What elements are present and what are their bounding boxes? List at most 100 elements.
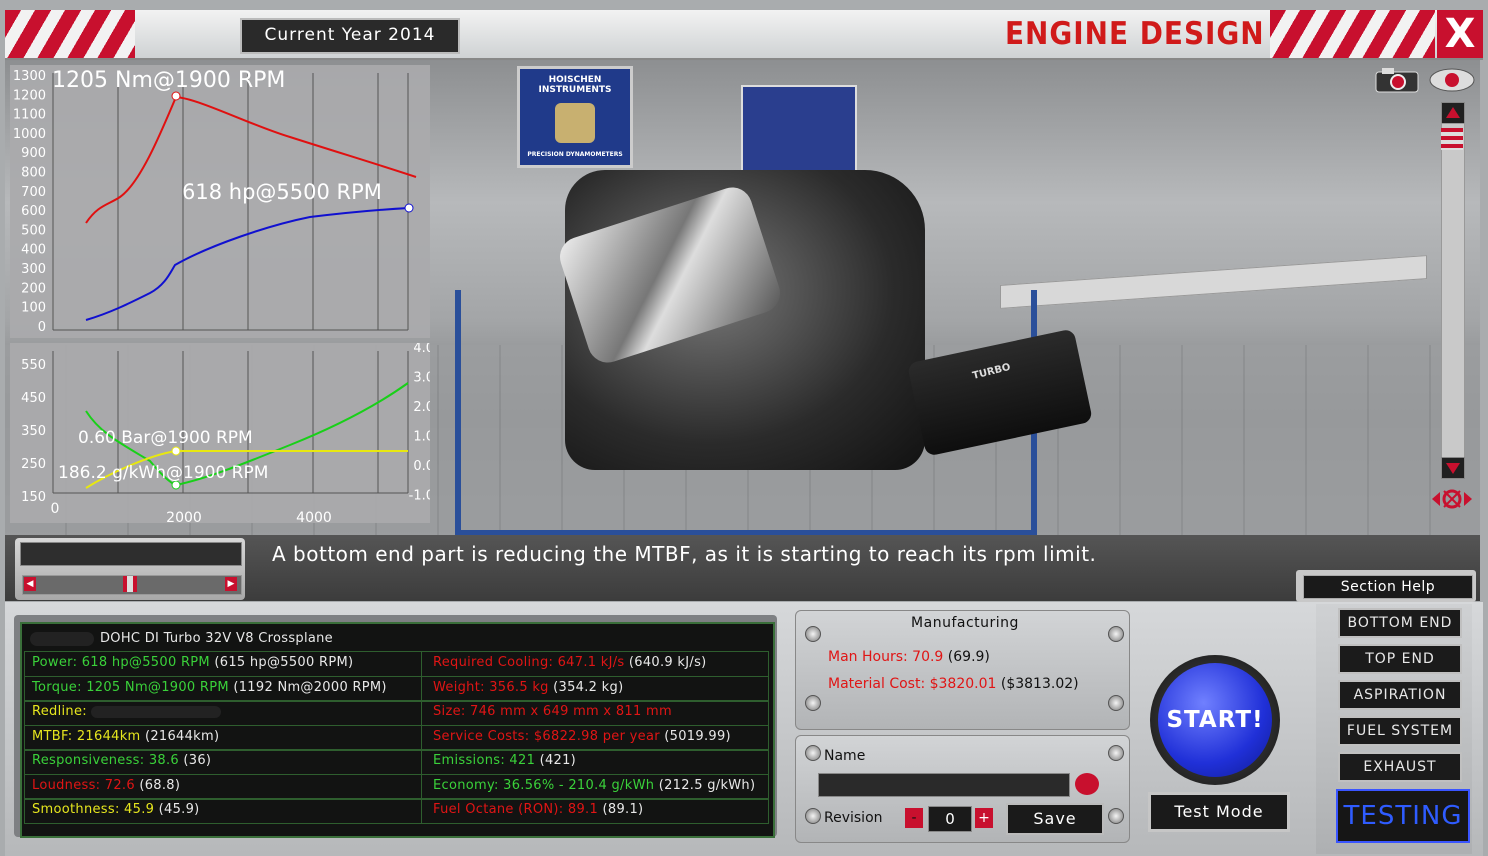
- slider-thumb[interactable]: [123, 576, 137, 592]
- slider-left-arrow-icon[interactable]: ◀: [24, 577, 36, 591]
- revision-decrease-button[interactable]: -: [905, 808, 923, 828]
- axis-tick-label: 800: [21, 166, 46, 181]
- y-axis-left-ticks: 550 450 350 250 150: [21, 358, 46, 505]
- eye-icon[interactable]: [1428, 66, 1476, 94]
- y-axis-right-ticks: 4.0 3.0 2.0 1.0 0.0 -1.0: [409, 341, 434, 504]
- stat-previous-value: (354.2 kg): [548, 679, 624, 695]
- bolt-icon: [805, 808, 821, 824]
- torque-power-chart: 1300120011001000900800700600500400300200…: [13, 68, 417, 335]
- section-testing-button[interactable]: TESTING: [1336, 789, 1470, 843]
- engine-name-input[interactable]: [818, 773, 1070, 797]
- stat-value: Smoothness: 45.9: [32, 802, 155, 817]
- stat-previous-value: (21644km): [140, 728, 220, 744]
- axis-tick-label: 1200: [13, 88, 46, 103]
- section-help-button[interactable]: Section Help: [1303, 575, 1473, 599]
- man-hours-value: Man Hours: 70.9: [828, 649, 944, 665]
- stat-row: Required Cooling: 647.1 kJ/s (640.9 kJ/s…: [433, 651, 707, 675]
- stat-value: Emissions: 421: [433, 753, 536, 768]
- axis-tick-label: 0: [51, 501, 60, 517]
- bolt-icon: [1108, 808, 1124, 824]
- name-label: Name: [824, 748, 866, 764]
- test-mode-button[interactable]: Test Mode: [1148, 792, 1290, 832]
- axis-tick-label: 550: [21, 358, 46, 373]
- axis-tick-label: 2.0: [413, 400, 430, 415]
- current-year-label: Current Year 2014: [240, 18, 460, 54]
- axis-tick-label: 200: [21, 281, 46, 296]
- material-cost-stat: Material Cost: $3820.01 ($3813.02): [828, 673, 1079, 695]
- page-title: ENGINE DESIGN: [1005, 16, 1265, 52]
- axis-tick-label: 300: [21, 262, 46, 277]
- stat-row: Service Costs: $6822.98 per year (5019.9…: [433, 725, 731, 749]
- axis-tick-label: 450: [21, 391, 46, 406]
- axis-tick-label: 250: [21, 457, 46, 472]
- stat-value: Redline:: [32, 704, 87, 719]
- axis-tick-label: 0.0: [413, 459, 430, 474]
- stat-previous-value: (89.1): [598, 802, 644, 817]
- revision-value: 0: [928, 806, 972, 832]
- decorative-stripes-left: [5, 10, 135, 58]
- axis-tick-label: -1.0: [409, 489, 430, 504]
- y-axis-ticks: 1300120011001000900800700600500400300200…: [13, 69, 46, 335]
- revision-increase-button[interactable]: +: [975, 808, 993, 828]
- power-peak-label: 618 hp@5500 RPM: [182, 180, 382, 204]
- axis-tick-label: 1100: [13, 108, 46, 123]
- stat-previous-value: (421): [535, 753, 577, 768]
- message-display: [20, 542, 242, 566]
- engine-name-text: DOHC DI Turbo 32V V8 Crossplane: [100, 631, 333, 646]
- zoom-slider-track[interactable]: [1441, 123, 1465, 458]
- bsfc-boost-chart: 550 450 350 250 150 4.0 3.0 2.0 1.0 0.0 -1.0 0 200…: [21, 341, 434, 526]
- axis-tick-label: 150: [21, 490, 46, 505]
- zoom-slider-thumb[interactable]: [1441, 128, 1463, 150]
- stat-row: Power: 618 hp@5500 RPM (615 hp@5500 RPM): [32, 651, 353, 675]
- stat-previous-value: (615 hp@5500 RPM): [209, 655, 354, 670]
- zoom-down-arrow-icon[interactable]: [1441, 457, 1465, 479]
- stat-previous-value: (1192 Nm@2000 RPM): [228, 679, 387, 695]
- camera-icon[interactable]: [1372, 66, 1422, 94]
- zoom-up-arrow-icon[interactable]: [1441, 102, 1465, 124]
- axis-tick-label: 1000: [13, 127, 46, 142]
- slider-right-arrow-icon[interactable]: ▶: [225, 577, 237, 591]
- axis-tick-label: 500: [21, 223, 46, 238]
- section-exhaust-button[interactable]: EXHAUST: [1338, 752, 1462, 782]
- status-message: A bottom end part is reducing the MTBF, …: [272, 542, 1097, 566]
- stat-row: Fuel Octane (RON): 89.1 (89.1): [433, 798, 643, 822]
- stat-previous-value: (5019.99): [659, 728, 731, 744]
- stat-row: Loudness: 72.6 (68.8): [32, 774, 180, 798]
- axis-tick-label: 2000: [166, 510, 202, 523]
- bolt-icon: [805, 695, 821, 711]
- stat-value: Required Cooling: 647.1 kJ/s: [433, 655, 625, 670]
- name-dropdown-icon[interactable]: [1075, 773, 1099, 795]
- torque-peak-marker: [171, 91, 181, 101]
- stat-row: Responsiveness: 38.6 (36): [32, 749, 211, 773]
- material-cost-value: Material Cost: $3820.01: [828, 676, 997, 692]
- start-button[interactable]: START!: [1158, 663, 1272, 777]
- axis-tick-label: 900: [21, 146, 46, 161]
- axis-tick-label: 700: [21, 185, 46, 200]
- section-top-end-button[interactable]: TOP END: [1338, 644, 1462, 674]
- boost-marker: [171, 446, 181, 456]
- poster-logo: [555, 103, 595, 143]
- stat-row: Torque: 1205 Nm@1900 RPM (1192 Nm@2000 R…: [32, 676, 387, 700]
- stat-row: Redline:: [32, 700, 221, 724]
- reset-view-icon[interactable]: [1430, 484, 1474, 514]
- decorative-stripes-right: [1270, 10, 1435, 58]
- stat-previous-value: (36): [178, 753, 212, 768]
- stat-value: Power: 618 hp@5500 RPM: [32, 655, 210, 670]
- close-button[interactable]: X: [1437, 10, 1483, 58]
- stat-row: Size: 746 mm x 649 mm x 811 mm: [433, 700, 672, 724]
- save-button[interactable]: Save: [1006, 803, 1104, 835]
- section-aspiration-button[interactable]: ASPIRATION: [1338, 680, 1462, 710]
- power-peak-marker: [404, 203, 414, 213]
- bsfc-boost-graph: 550 450 350 250 150 4.0 3.0 2.0 1.0 0.0 -1.0 0 200…: [10, 341, 434, 526]
- section-bottom-end-button[interactable]: BOTTOM END: [1338, 608, 1462, 638]
- stat-previous-value: (640.9 kJ/s): [624, 655, 707, 670]
- axis-tick-label: 0: [38, 320, 46, 335]
- wall-poster: HOISCHEN INSTRUMENTS PRECISION DYNAMOMET…: [517, 66, 633, 168]
- axis-tick-label: 4000: [296, 510, 332, 523]
- section-fuel-system-button[interactable]: FUEL SYSTEM: [1338, 716, 1462, 746]
- redacted-mark: [90, 705, 221, 718]
- manufacturing-title: Manufacturing: [911, 615, 1019, 631]
- engine-name: DOHC DI Turbo 32V V8 Crossplane: [30, 627, 333, 651]
- stat-value: Torque: 1205 Nm@1900 RPM: [32, 679, 229, 695]
- axis-tick-label: 4.0: [413, 343, 430, 356]
